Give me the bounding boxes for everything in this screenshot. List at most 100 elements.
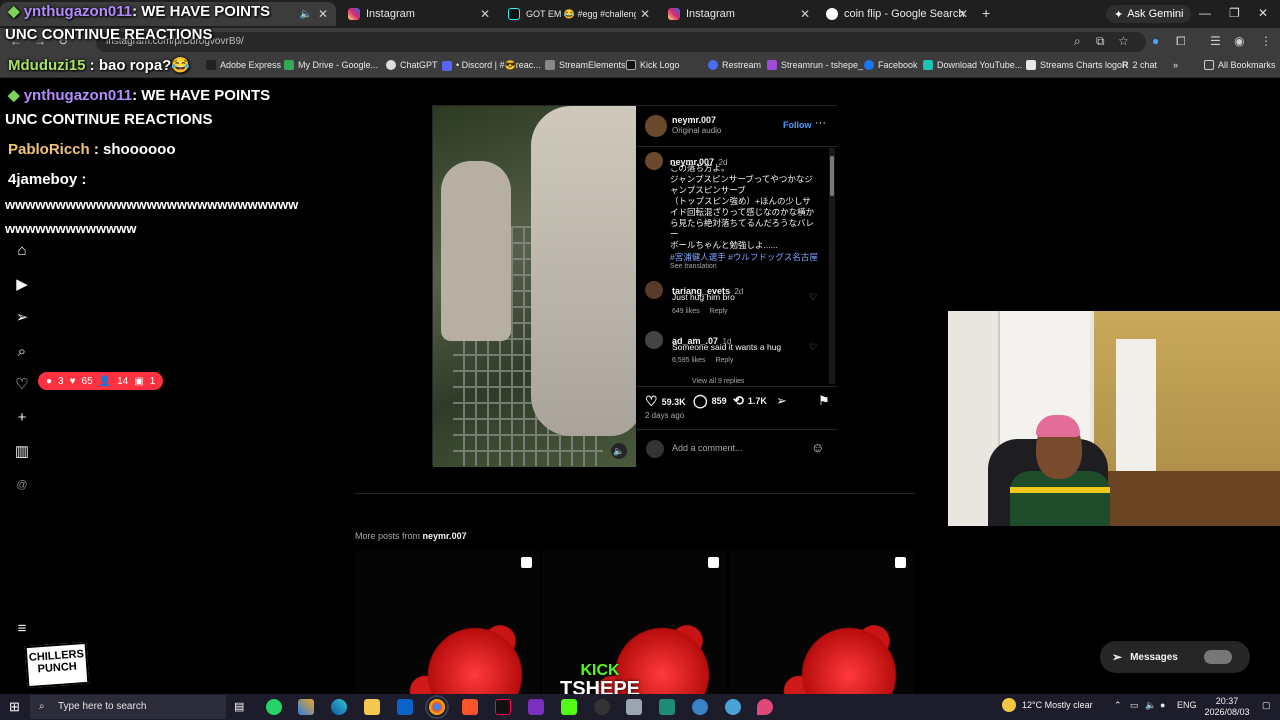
volume-icon[interactable]: 🔈 <box>1145 700 1156 711</box>
extension-icon[interactable]: ● <box>1152 34 1159 48</box>
tab-google-search[interactable]: coin flip - Google Search ✕ <box>818 2 976 26</box>
bookmark-chatgpt[interactable]: ChatGPT <box>386 60 438 70</box>
bookmark-adobe-express[interactable]: Adobe Express <box>206 60 281 70</box>
obs-icon[interactable] <box>594 699 610 715</box>
tab-instagram-1[interactable]: Instagram ✕ <box>340 2 498 26</box>
emoji-icon[interactable]: ☺ <box>811 440 824 455</box>
bookmark-download-youtube[interactable]: Download YouTube... <box>923 60 1022 70</box>
home-icon[interactable]: ⌂ <box>13 242 31 260</box>
bookmark-facebook[interactable]: Facebook <box>864 60 918 70</box>
weather-text[interactable]: 12°C Mostly clear <box>1022 700 1093 710</box>
notification-badges[interactable]: ● 3 ♥ 65 👤 14 ▣ 1 <box>38 372 164 390</box>
minimize-icon[interactable]: — <box>1199 6 1211 20</box>
bookmark-restream[interactable]: Restream <box>708 60 761 70</box>
bookmarks-overflow-icon[interactable]: » <box>1173 60 1178 70</box>
language-indicator[interactable]: ENG <box>1177 700 1197 710</box>
like-button[interactable]: ♡ 59.3K <box>645 393 686 410</box>
bookmark-streamelements[interactable]: StreamElements <box>545 60 626 70</box>
edge-icon[interactable] <box>331 699 347 715</box>
all-bookmarks[interactable]: All Bookmarks <box>1204 60 1276 70</box>
tab-instagram-2[interactable]: Instagram ✕ <box>660 2 818 26</box>
windows-start-icon[interactable]: ⊞ <box>9 699 20 715</box>
address-bar[interactable]: instagram.com/p/DbrogvovrB9/ <box>96 32 1146 52</box>
whatsapp-icon[interactable] <box>266 699 282 715</box>
reel-video[interactable]: 🔈 <box>433 106 636 467</box>
audio-label[interactable]: Original audio <box>672 126 721 135</box>
bookmark-discord[interactable]: • Discord | #😎reac... <box>442 60 541 71</box>
reels-icon[interactable]: ▶ <box>13 276 31 294</box>
dashboard-icon[interactable]: ▥ <box>13 443 31 461</box>
bookmark-2-chat[interactable]: R2 chat <box>1122 60 1157 70</box>
sidepanel-icon[interactable]: ☰ <box>1210 34 1221 48</box>
star-icon[interactable]: ☆ <box>1118 34 1129 48</box>
bookmark-streams-charts[interactable]: Streams Charts logo <box>1026 60 1122 70</box>
file-explorer-icon[interactable] <box>364 699 380 715</box>
profile-avatar[interactable]: ◉ <box>1234 34 1244 48</box>
like-comment-icon[interactable]: ♡ <box>809 342 817 353</box>
app-icon[interactable] <box>725 699 741 715</box>
related-post[interactable] <box>729 551 914 696</box>
tab-tiktok[interactable]: GOT EM 😂 #egg #challenge # ✕ <box>500 2 658 26</box>
author-avatar[interactable] <box>645 115 667 137</box>
messages-button[interactable]: ➢ Messages <box>1100 641 1250 673</box>
window-close-icon[interactable]: ✕ <box>1258 6 1268 20</box>
app-icon[interactable] <box>528 699 544 715</box>
maps-pin-icon[interactable] <box>757 699 773 715</box>
ask-gemini-button[interactable]: ✦ Ask Gemini <box>1106 5 1192 23</box>
comments-scrollbar[interactable] <box>829 148 835 384</box>
speaker-icon[interactable]: 🔈 <box>300 9 312 20</box>
caption-avatar[interactable] <box>645 152 663 170</box>
restore-icon[interactable]: ❐ <box>1229 6 1240 20</box>
threads-icon[interactable]: @ <box>13 476 31 494</box>
create-icon[interactable]: + <box>13 409 31 427</box>
tiktok-icon[interactable] <box>495 699 511 715</box>
clock[interactable]: 20:37 2026/08/03 <box>1202 696 1252 718</box>
tray-overflow-icon[interactable]: ⌃ <box>1114 700 1122 711</box>
related-post[interactable] <box>355 551 540 696</box>
notifications-heart-icon[interactable]: ♡ <box>13 376 31 394</box>
notification-center-icon[interactable]: ▢ <box>1262 700 1271 711</box>
app-icon[interactable] <box>626 699 642 715</box>
more-options-icon[interactable]: ··· <box>815 117 826 129</box>
view-replies-link[interactable]: View all 9 replies <box>692 378 744 385</box>
caption-hashtags[interactable]: #宮浦健人選手 #ウルフドッグス名古屋 <box>670 251 822 263</box>
add-comment-input[interactable]: Add a comment... <box>672 443 743 453</box>
reply-button[interactable]: Reply <box>715 357 733 364</box>
terminal-icon[interactable] <box>659 699 675 715</box>
chrome-icon[interactable] <box>425 695 449 719</box>
more-menu-icon[interactable]: ≡ <box>13 620 31 638</box>
zoom-icon[interactable]: ⌕ <box>1074 34 1081 49</box>
install-icon[interactable]: ⧉ <box>1096 34 1105 49</box>
menu-icon[interactable]: ⋮ <box>1260 34 1272 48</box>
puzzle-icon[interactable]: ⧠ <box>1176 34 1186 49</box>
mic-icon[interactable]: ● <box>1160 700 1165 710</box>
direct-icon[interactable]: ➢ <box>13 309 31 327</box>
share-icon[interactable]: ➢ <box>776 393 787 409</box>
kick-app-icon[interactable] <box>561 699 577 715</box>
mute-icon[interactable]: 🔈 <box>611 443 627 459</box>
mail-icon[interactable] <box>397 699 413 715</box>
comment-button[interactable]: ◯ 859 <box>693 393 727 409</box>
new-tab-button[interactable]: + <box>982 5 990 21</box>
brave-icon[interactable] <box>462 699 478 715</box>
task-view-icon[interactable]: ▤ <box>234 700 244 713</box>
author-username[interactable]: neymr.007 <box>672 115 716 125</box>
weather-icon[interactable] <box>1002 698 1016 712</box>
close-icon[interactable]: ✕ <box>800 7 810 21</box>
bookmark-my-drive[interactable]: My Drive - Google... <box>284 60 378 70</box>
follow-button[interactable]: Follow <box>783 120 812 130</box>
repost-button[interactable]: ⟲ 1.7K <box>733 393 767 409</box>
bookmark-kick-logo[interactable]: Kick Logo <box>626 60 680 70</box>
comment-avatar[interactable] <box>645 281 663 299</box>
close-icon[interactable]: ✕ <box>640 7 650 21</box>
save-bookmark-icon[interactable]: ⚑ <box>818 393 830 409</box>
copilot-icon[interactable] <box>298 699 314 715</box>
comment-avatar[interactable] <box>645 331 663 349</box>
close-icon[interactable]: ✕ <box>480 7 490 21</box>
app-icon[interactable] <box>692 699 708 715</box>
bookmark-streamrun[interactable]: Streamrun - tshepe_ <box>767 60 863 70</box>
search-icon[interactable]: ⌕ <box>13 343 31 361</box>
network-icon[interactable]: ▭ <box>1130 700 1139 711</box>
close-icon[interactable]: ✕ <box>318 7 328 21</box>
taskbar-search[interactable]: ⌕ Type here to search <box>30 695 226 719</box>
